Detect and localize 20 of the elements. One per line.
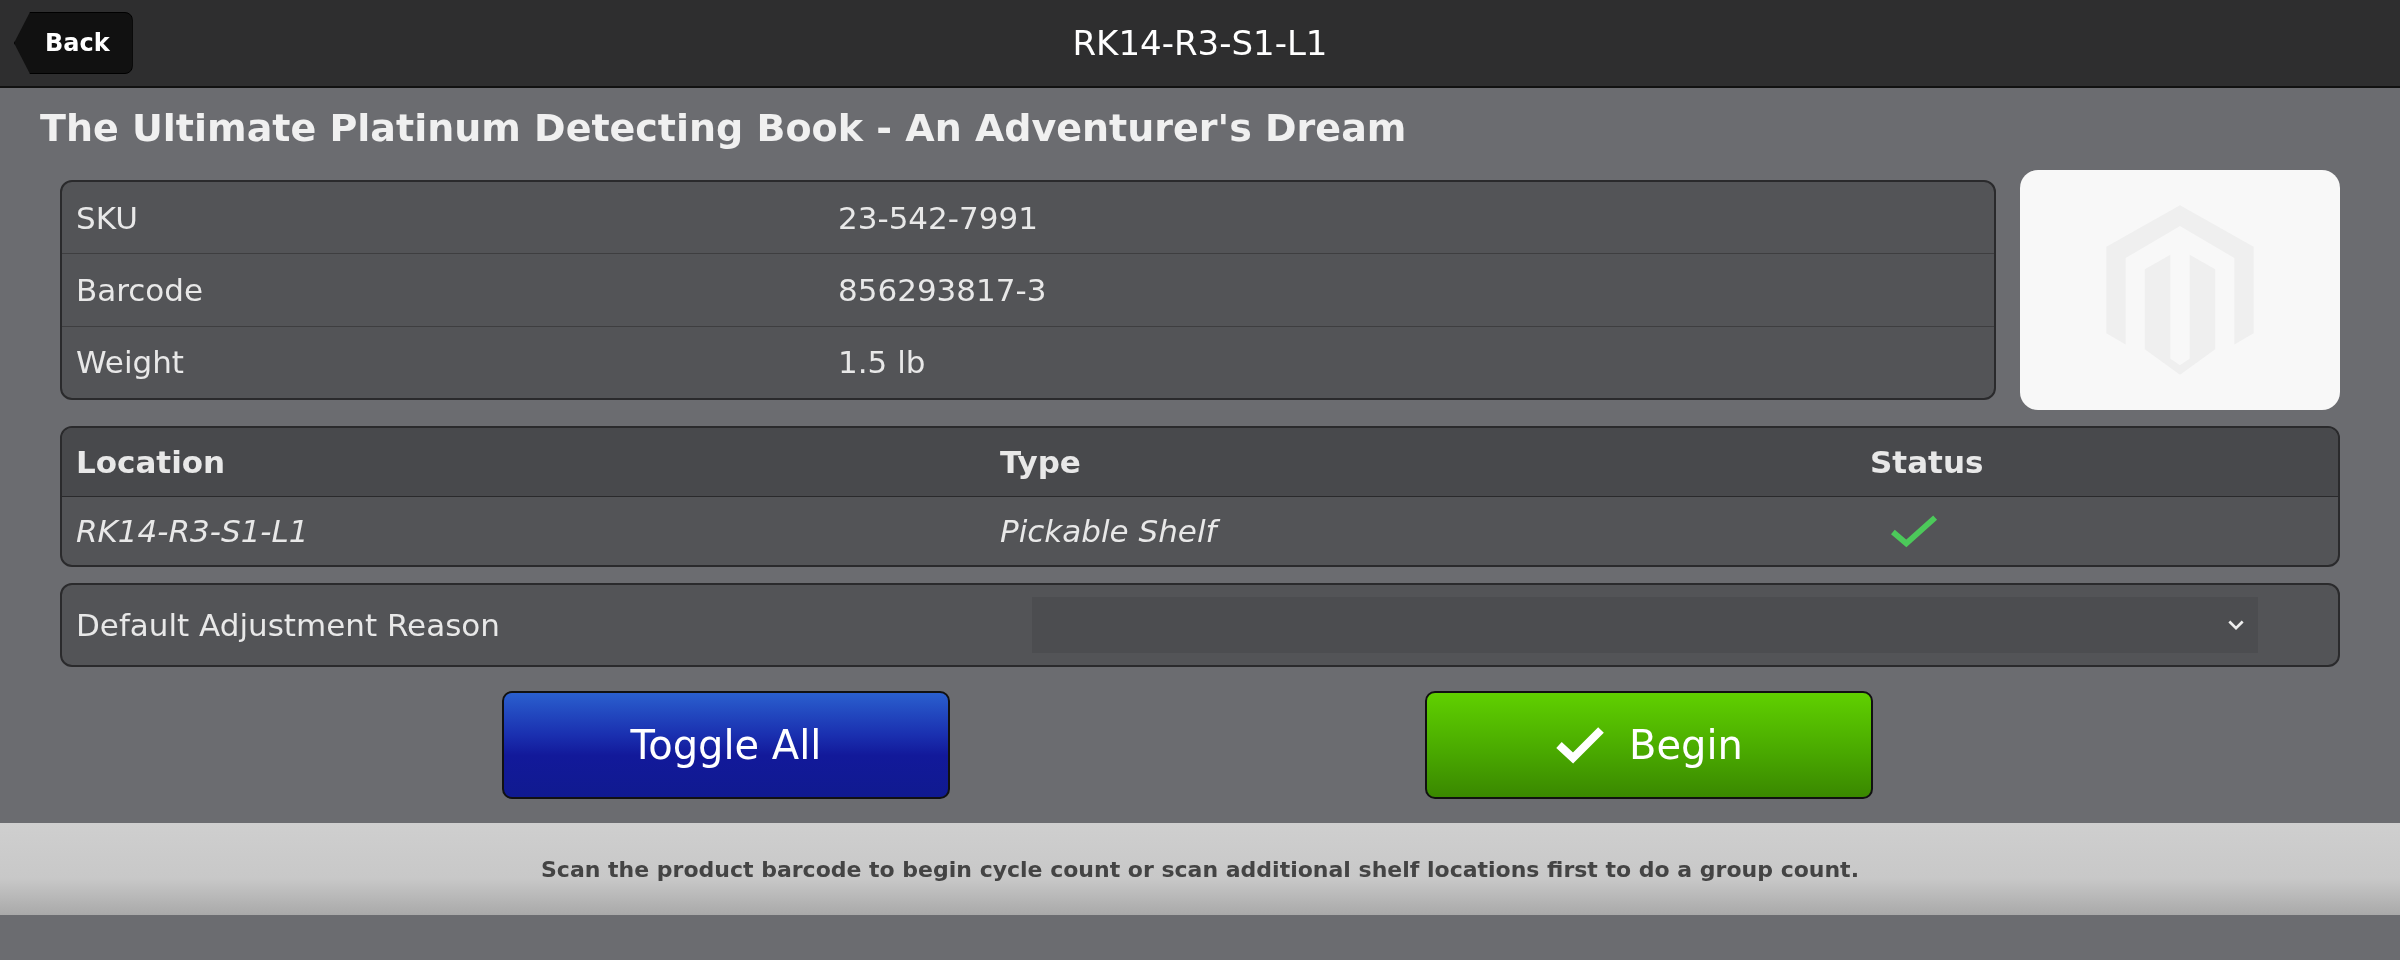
detail-value: 1.5 lb [838,344,926,381]
type-cell: Pickable Shelf [1000,513,1870,549]
detail-value: 856293817-3 [838,272,1047,308]
location-cell-text: RK14-R3-S1-L1 [76,513,310,549]
product-title: The Ultimate Platinum Detecting Book - An Adventurer's Dream [40,106,1408,150]
column-header: Status [1870,444,1985,480]
screen-title: RK14-R3-S1-L1 [1072,23,1328,63]
back-button[interactable]: Back [14,12,133,74]
detail-label: SKU [76,199,139,236]
reason-dropdown[interactable] [1032,597,2258,653]
adjustment-label: Default Adjustment Reason [76,607,501,643]
instruction-text: Scan the product barcode to begin cycle count or scan additional shelf locations first to do a group count. [541,856,1859,882]
detail-value: 23-542-7991 [838,199,1038,236]
toggle-all-button[interactable]: Toggle All [502,691,950,799]
detail-label: Weight [76,344,185,381]
check-icon [1555,725,1606,765]
column-header: Location [76,444,227,480]
chevron-down-icon [2228,619,2244,631]
column-header: Type [1000,444,1082,480]
detail-label: Barcode [76,272,205,308]
